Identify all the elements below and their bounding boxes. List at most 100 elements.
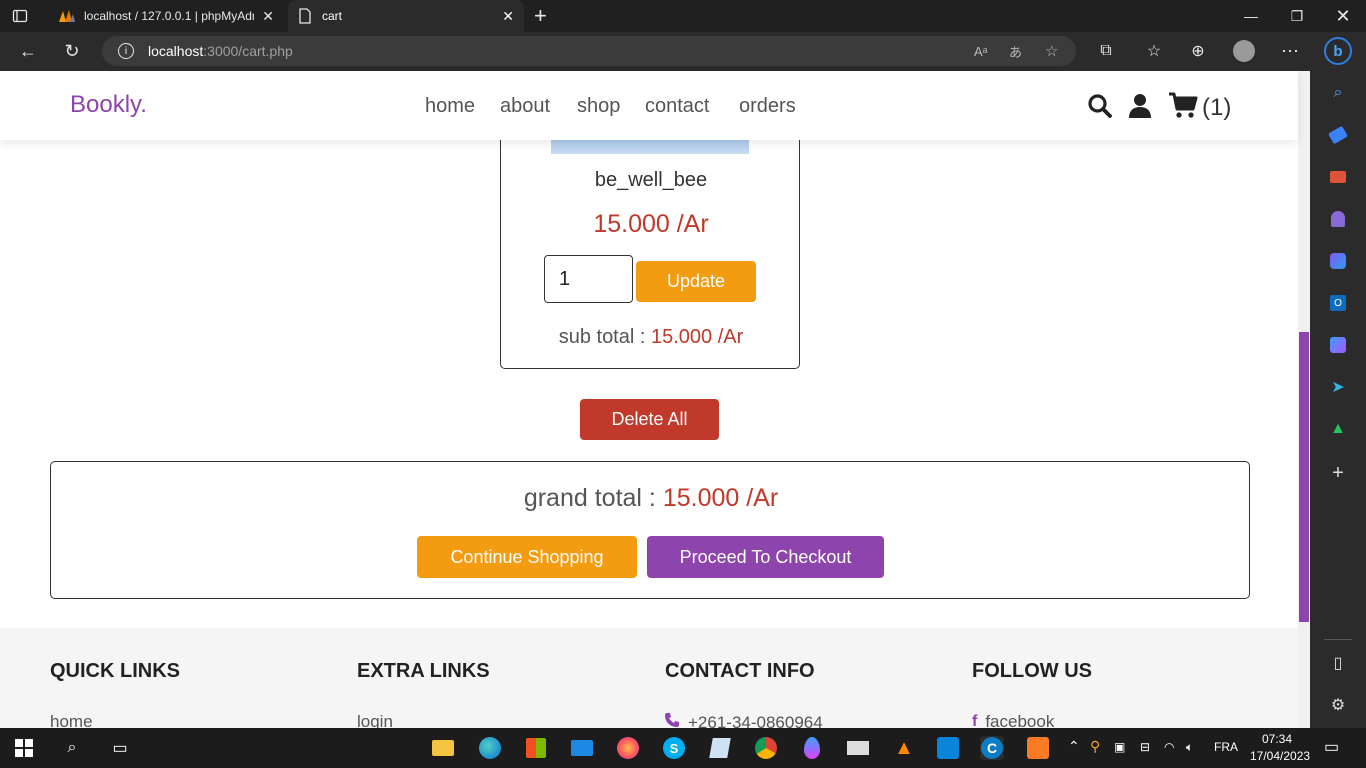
collections-icon[interactable]: ⊕ [1182, 36, 1214, 66]
split-screen-icon[interactable]: ▯ [1328, 653, 1348, 673]
vscode-icon[interactable] [936, 736, 960, 760]
search-icon[interactable] [1087, 93, 1113, 124]
update-button[interactable]: Update [636, 261, 756, 302]
bing-icon[interactable]: b [1322, 36, 1354, 66]
footer-title-follow-us: FOLLOW US [972, 660, 1092, 682]
search-tray-icon[interactable]: ⚲ [1090, 738, 1100, 755]
footer-link-label: home [50, 712, 93, 728]
cart-item-card: be_well_bee 15.000 /Ar Update sub total … [500, 111, 800, 369]
shopping-tag-icon[interactable] [1328, 125, 1348, 145]
refresh-button[interactable]: ↻ [56, 36, 88, 66]
games-icon[interactable] [1328, 209, 1348, 229]
search-icon[interactable]: ⌕ [1328, 83, 1348, 103]
wifi-icon[interactable]: ◠ [1164, 740, 1174, 754]
phpmyadmin-icon [58, 9, 76, 23]
send-icon[interactable]: ➤ [1328, 377, 1348, 397]
package-icon[interactable] [846, 736, 870, 760]
firefox-icon[interactable] [616, 736, 640, 760]
restore-button[interactable]: ❐ [1274, 0, 1320, 32]
footer-facebook[interactable]: f facebook [972, 712, 1054, 728]
tab-label: cart [322, 9, 343, 23]
clock-time[interactable]: 07:34 [1262, 732, 1292, 746]
app-c-icon[interactable]: C [980, 736, 1004, 760]
edge-icon[interactable] [478, 736, 502, 760]
store-icon[interactable] [524, 736, 548, 760]
continue-shopping-button[interactable]: Continue Shopping [417, 536, 637, 578]
tools-icon[interactable] [1328, 167, 1348, 187]
extensions-icon[interactable]: ⧉ [1090, 36, 1122, 66]
tab-actions-icon[interactable] [12, 8, 28, 24]
vlc-icon[interactable]: ▲ [892, 736, 916, 760]
nav-shop[interactable]: shop [577, 95, 620, 118]
task-view-icon[interactable]: ▭ [108, 736, 132, 760]
window-close-button[interactable]: ✕ [1320, 0, 1366, 32]
address-bar[interactable]: i localhost:3000/cart.php Aᵃ あ ☆ [102, 36, 1076, 66]
grand-total: grand total : 15.000 /Ar [51, 484, 1251, 513]
phone-number: +261-34-0860964 [688, 712, 823, 729]
nav-contact[interactable]: contact [645, 95, 709, 118]
footer-link-login[interactable]: login [357, 712, 393, 728]
nav-about[interactable]: about [500, 95, 550, 118]
network-cable-icon[interactable]: ⊟ [1140, 740, 1150, 754]
mail-icon[interactable] [570, 736, 594, 760]
new-tab-button[interactable]: + [534, 4, 554, 28]
footer-link-label: login [357, 712, 393, 728]
product-name: be_well_bee [594, 169, 708, 191]
close-icon[interactable]: ✕ [262, 8, 274, 25]
site-footer: QUICK LINKS EXTRA LINKS CONTACT INFO FOL… [0, 628, 1298, 728]
add-favorite-icon[interactable]: ☆ [1045, 42, 1058, 60]
facebook-icon: f [972, 713, 978, 728]
proceed-to-checkout-button[interactable]: Proceed To Checkout [647, 536, 884, 578]
notes-icon[interactable] [708, 736, 732, 760]
outlook-icon[interactable]: O [1328, 293, 1348, 313]
site-logo[interactable]: Bookly. [70, 91, 147, 119]
clock-date[interactable]: 17/04/2023 [1250, 749, 1310, 763]
windows-start-icon[interactable] [12, 736, 36, 760]
settings-icon[interactable]: ⚙ [1328, 695, 1348, 715]
language-indicator[interactable]: FRA [1214, 740, 1238, 754]
paint-icon[interactable] [800, 736, 824, 760]
footer-phone[interactable]: +261-34-0860964 [664, 712, 823, 728]
cart-link[interactable]: (1) [1168, 91, 1231, 124]
delete-all-button[interactable]: Delete All [580, 399, 719, 440]
tab-label: localhost / 127.0.0.1 | phpMyAdmin [84, 9, 255, 23]
tab-phpmyadmin[interactable]: localhost / 127.0.0.1 | phpMyAdmin ✕ [48, 0, 284, 32]
info-icon[interactable]: i [118, 43, 134, 59]
translate-icon[interactable]: あ [1009, 42, 1022, 61]
notifications-icon[interactable]: ▭ [1324, 737, 1339, 757]
tab-cart[interactable]: cart ✕ [288, 0, 524, 32]
close-icon[interactable]: ✕ [502, 8, 514, 25]
subtotal-label: sub total : [558, 326, 646, 348]
more-menu-icon[interactable]: ⋯ [1274, 36, 1306, 66]
back-button[interactable]: ← [12, 36, 44, 66]
nav-orders[interactable]: orders [739, 95, 796, 118]
display-icon[interactable]: ▣ [1114, 740, 1125, 754]
profile-avatar[interactable] [1228, 36, 1260, 66]
minimize-button[interactable]: — [1228, 0, 1274, 32]
designer-icon[interactable] [1328, 335, 1348, 355]
user-icon[interactable] [1128, 93, 1152, 124]
footer-title-extra-links: EXTRA LINKS [357, 660, 490, 682]
windows-taskbar: ⌕ ▭ S ▲ C ⌃ ⚲ ▣ ⊟ ◠ 🔈︎ FRA 07:34 17/04/2… [0, 728, 1366, 768]
nav-home[interactable]: home [425, 95, 475, 118]
tree-icon[interactable]: ▲ [1328, 419, 1348, 439]
add-icon[interactable]: + [1328, 462, 1348, 484]
favorites-icon[interactable]: ☆ [1138, 36, 1170, 66]
search-icon[interactable]: ⌕ [60, 736, 84, 760]
subtotal-value: 15.000 /Ar [650, 326, 744, 348]
microsoft365-icon[interactable] [1328, 251, 1348, 271]
chrome-icon[interactable] [754, 736, 778, 760]
browser-tab-bar: localhost / 127.0.0.1 | phpMyAdmin ✕ car… [0, 0, 1366, 32]
page-scrollbar-thumb[interactable] [1299, 332, 1309, 622]
skype-icon[interactable]: S [662, 736, 686, 760]
footer-link-home[interactable]: home [50, 712, 93, 728]
url-path: :3000/cart.php [203, 43, 293, 59]
read-aloud-icon[interactable]: Aᵃ [974, 44, 988, 59]
xampp-icon[interactable] [1026, 736, 1050, 760]
sidebar-divider [1324, 639, 1352, 640]
quantity-input[interactable] [544, 255, 633, 303]
volume-icon[interactable]: 🔈︎ [1186, 740, 1193, 755]
tray-chevron-icon[interactable]: ⌃ [1068, 738, 1080, 755]
file-explorer-icon[interactable] [431, 736, 455, 760]
page-viewport: Bookly. home about shop contact orders (… [0, 71, 1310, 728]
